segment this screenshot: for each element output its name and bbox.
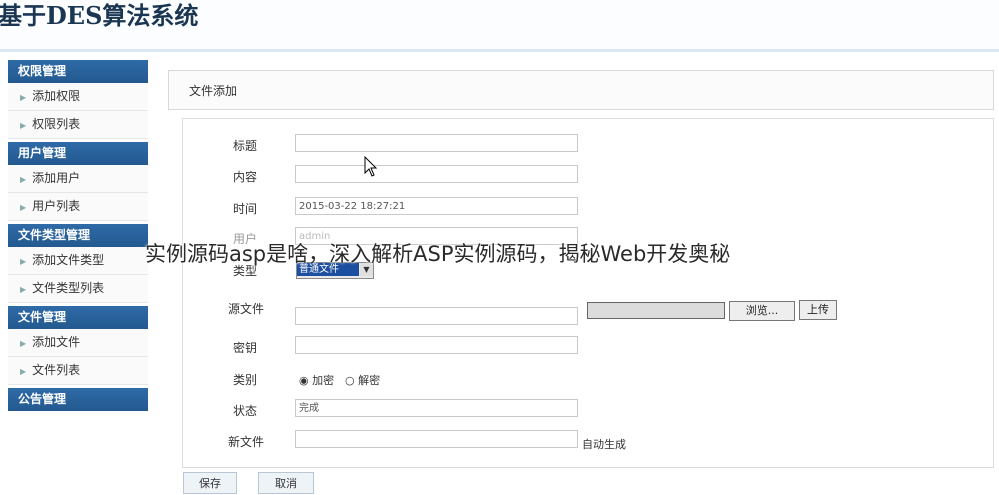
key-input[interactable] <box>295 336 578 354</box>
sidebar-item-filetype-list[interactable]: ▶ 文件类型列表 <box>8 275 148 303</box>
chevron-right-icon: ▶ <box>20 203 27 212</box>
category-label: 类别 <box>233 373 258 387</box>
sidebar-item-label: 添加用户 <box>32 171 81 185</box>
browse-button[interactable]: 浏览... <box>729 301 795 321</box>
radio-checked-icon: ◉ <box>299 374 309 387</box>
page-title: 文件添加 <box>189 84 238 98</box>
menu-group-notice: 公告管理 <box>8 388 148 411</box>
source-file-input[interactable] <box>295 307 578 325</box>
content-label: 内容 <box>233 170 258 184</box>
menu-head-user[interactable]: 用户管理 <box>8 142 148 165</box>
upload-button[interactable]: 上传 <box>799 300 837 320</box>
sidebar-item-add-file[interactable]: ▶ 添加文件 <box>8 329 148 357</box>
menu-group-filetype: 文件类型管理 ▶ 添加文件类型 ▶ 文件类型列表 <box>8 224 148 303</box>
time-input[interactable]: 2015-03-22 18:27:21 <box>295 197 578 215</box>
sidebar: 权限管理 ▶ 添加权限 ▶ 权限列表 用户管理 ▶ 添加用户 ▶ 用户列表 文件类型管理… <box>8 60 148 414</box>
sidebar-item-permission-list[interactable]: ▶ 权限列表 <box>8 111 148 139</box>
chevron-right-icon: ▶ <box>20 339 27 348</box>
sidebar-item-add-user[interactable]: ▶ 添加用户 <box>8 165 148 193</box>
chevron-right-icon: ▶ <box>20 285 27 294</box>
sidebar-item-label: 添加文件 <box>32 335 81 349</box>
sidebar-item-file-list[interactable]: ▶ 文件列表 <box>8 357 148 385</box>
menu-head-filetype[interactable]: 文件类型管理 <box>8 224 148 247</box>
menu-head-permission[interactable]: 权限管理 <box>8 60 148 83</box>
new-file-note: 自动生成 <box>582 438 626 451</box>
sidebar-item-label: 权限列表 <box>32 117 81 131</box>
mouse-cursor-icon <box>364 156 378 177</box>
overlay-caption: 实例源码asp是啥，深入解析ASP实例源码，揭秘Web开发奥秘 <box>145 242 731 266</box>
menu-head-notice[interactable]: 公告管理 <box>8 388 148 411</box>
new-file-label: 新文件 <box>228 435 265 449</box>
new-file-input[interactable] <box>295 430 578 448</box>
header-divider <box>0 49 999 52</box>
top-header: 基于DES算法系统 <box>0 0 999 50</box>
sidebar-item-label: 添加权限 <box>32 89 81 103</box>
sidebar-item-label: 添加文件类型 <box>32 253 105 267</box>
sidebar-item-label: 文件列表 <box>32 363 81 377</box>
encrypt-radio[interactable]: ◉ 加密 <box>299 372 334 388</box>
file-path-field[interactable] <box>587 302 725 319</box>
time-label: 时间 <box>233 202 258 216</box>
decrypt-radio[interactable]: ○ 解密 <box>345 372 380 388</box>
status-label: 状态 <box>233 404 258 418</box>
chevron-right-icon: ▶ <box>20 175 27 184</box>
chevron-right-icon: ▶ <box>20 257 27 266</box>
title-input[interactable] <box>295 134 578 152</box>
chevron-right-icon: ▶ <box>20 121 27 130</box>
main-header: 文件添加 <box>168 70 994 110</box>
menu-head-file[interactable]: 文件管理 <box>8 306 148 329</box>
title-label: 标题 <box>233 139 258 153</box>
sidebar-item-user-list[interactable]: ▶ 用户列表 <box>8 193 148 221</box>
encrypt-radio-label: 加密 <box>312 374 335 387</box>
menu-group-permission: 权限管理 ▶ 添加权限 ▶ 权限列表 <box>8 60 148 139</box>
source-file-label: 源文件 <box>228 302 265 316</box>
sidebar-item-add-permission[interactable]: ▶ 添加权限 <box>8 83 148 111</box>
menu-group-file: 文件管理 ▶ 添加文件 ▶ 文件列表 <box>8 306 148 385</box>
sidebar-item-label: 用户列表 <box>32 199 81 213</box>
radio-unchecked-icon: ○ <box>345 374 355 387</box>
sidebar-item-add-filetype[interactable]: ▶ 添加文件类型 <box>8 247 148 275</box>
key-label: 密钥 <box>233 341 258 355</box>
status-input[interactable]: 完成 <box>295 399 578 417</box>
chevron-right-icon: ▶ <box>20 93 27 102</box>
save-button[interactable]: 保存 <box>183 472 237 494</box>
site-title: 基于DES算法系统 <box>0 1 199 30</box>
cancel-button[interactable]: 取消 <box>258 472 314 494</box>
menu-group-user: 用户管理 ▶ 添加用户 ▶ 用户列表 <box>8 142 148 221</box>
sidebar-item-label: 文件类型列表 <box>32 281 105 295</box>
decrypt-radio-label: 解密 <box>358 374 381 387</box>
content-input[interactable] <box>295 165 578 183</box>
chevron-right-icon: ▶ <box>20 367 27 376</box>
